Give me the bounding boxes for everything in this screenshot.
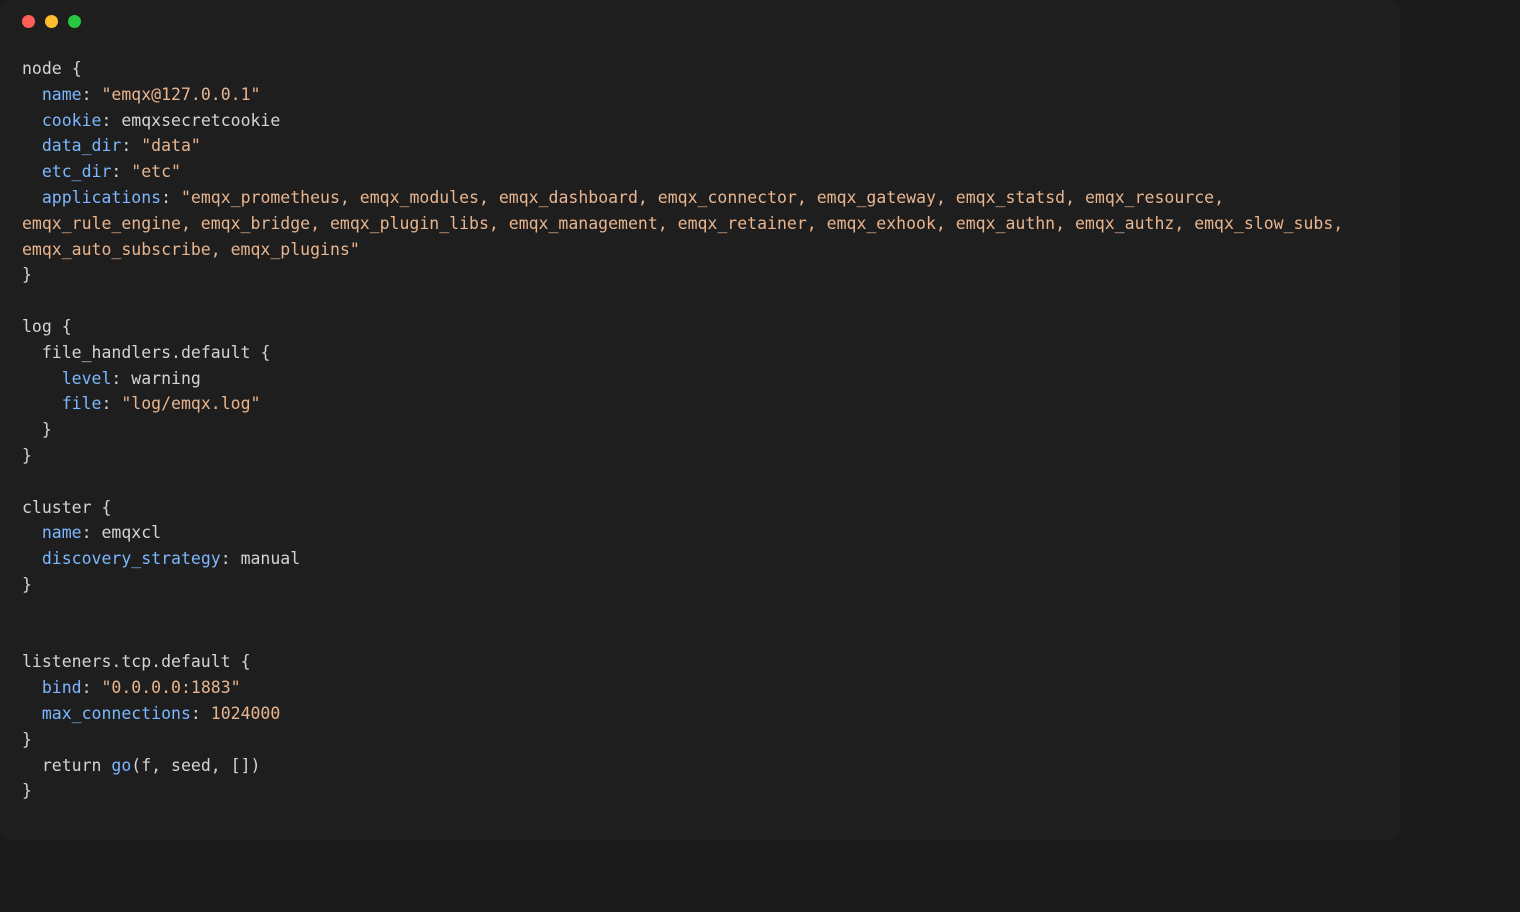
- key-cluster-name: name: [42, 523, 82, 542]
- val-listeners-bind: "0.0.0.0:1883": [102, 678, 241, 697]
- block-listeners: listeners.tcp.default: [22, 652, 231, 671]
- close-icon[interactable]: [22, 15, 35, 28]
- val-node-cookie: emqxsecretcookie: [121, 111, 280, 130]
- block-log-handler: file_handlers.default: [42, 343, 251, 362]
- block-node: node: [22, 59, 62, 78]
- go-func: go: [111, 756, 131, 775]
- key-node-cookie: cookie: [42, 111, 102, 130]
- go-args: (f, seed, []): [131, 756, 260, 775]
- maximize-icon[interactable]: [68, 15, 81, 28]
- val-listeners-maxconn: 1024000: [211, 704, 281, 723]
- terminal-window: node { name: "emqx@127.0.0.1" cookie: em…: [0, 0, 1400, 840]
- return-keyword: return: [42, 756, 102, 775]
- key-log-file: file: [62, 394, 102, 413]
- block-cluster: cluster: [22, 498, 92, 517]
- key-log-level: level: [62, 369, 112, 388]
- val-node-name: "emqx@127.0.0.1": [102, 85, 261, 104]
- key-node-datadir: data_dir: [42, 136, 121, 155]
- block-log: log: [22, 317, 52, 336]
- val-node-datadir: "data": [141, 136, 201, 155]
- window-titlebar: [0, 0, 1400, 42]
- key-listeners-maxconn: max_connections: [42, 704, 191, 723]
- minimize-icon[interactable]: [45, 15, 58, 28]
- val-cluster-discovery: manual: [241, 549, 301, 568]
- key-listeners-bind: bind: [42, 678, 82, 697]
- code-content: node { name: "emqx@127.0.0.1" cookie: em…: [0, 42, 1400, 826]
- val-node-etcdir: "etc": [131, 162, 181, 181]
- val-cluster-name: emqxcl: [102, 523, 162, 542]
- val-log-level: warning: [131, 369, 201, 388]
- key-node-name: name: [42, 85, 82, 104]
- key-cluster-discovery: discovery_strategy: [42, 549, 221, 568]
- val-log-file: "log/emqx.log": [121, 394, 260, 413]
- key-node-etcdir: etc_dir: [42, 162, 112, 181]
- key-node-applications: applications: [42, 188, 161, 207]
- val-node-applications: "emqx_prometheus, emqx_modules, emqx_das…: [22, 188, 1353, 259]
